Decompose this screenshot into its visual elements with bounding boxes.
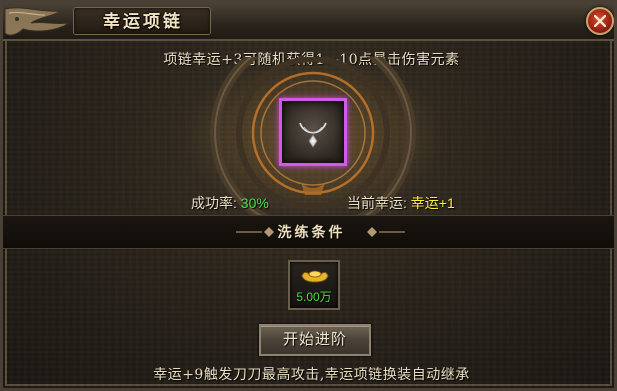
current-luck: 当前幸运: 幸运+1 — [347, 193, 455, 213]
right-ornament-icon — [367, 227, 405, 237]
start-upgrade-button[interactable]: 开始进阶 — [259, 324, 371, 356]
title-plate: 幸运项链 — [73, 7, 211, 35]
success-rate-label: 成功率: — [191, 195, 237, 211]
necklace-icon — [299, 122, 327, 148]
current-luck-value: 幸运+1 — [410, 195, 455, 211]
necklace-item-slot[interactable] — [279, 98, 347, 166]
gold-ingot-icon — [301, 270, 329, 283]
gold-cost-amount: 5.00万 — [296, 290, 332, 304]
gold-cost-slot[interactable]: 5.00万 — [288, 260, 340, 310]
lucky-necklace-window: 幸运项链 项链幸运+3可随机获得1—10点暴击伤害元素 — [0, 0, 617, 391]
title-bar[interactable]: 幸运项链 — [3, 3, 614, 41]
close-button[interactable] — [586, 7, 614, 35]
close-icon — [594, 15, 606, 27]
dragon-ornament-icon — [4, 7, 70, 36]
current-luck-label: 当前幸运: — [347, 195, 407, 211]
inherit-description: 幸运+9触发刀刀最高攻击,幸运项链换装自动继承 — [153, 367, 470, 383]
success-rate-value: 30% — [240, 195, 269, 211]
window-title: 幸运项链 — [103, 12, 183, 32]
success-rate: 成功率: 30% — [191, 193, 269, 213]
section-title: 洗练条件 — [277, 225, 346, 241]
